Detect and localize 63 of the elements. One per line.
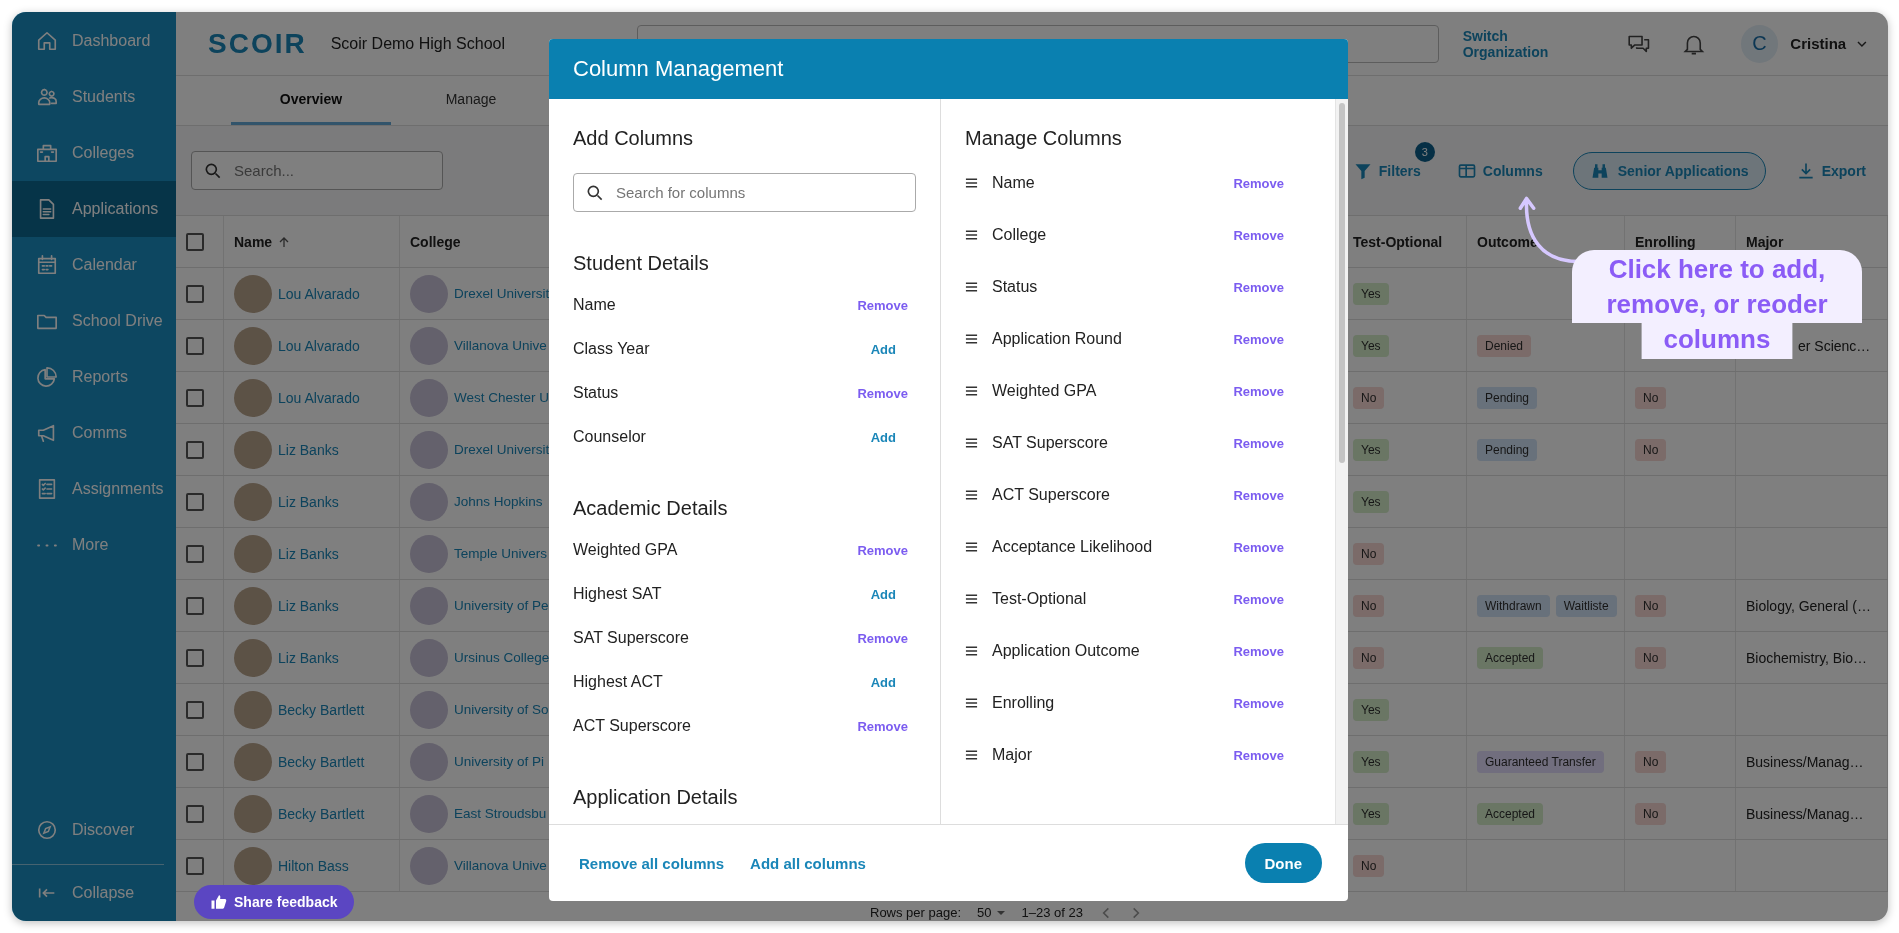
logo: SCOIR bbox=[208, 27, 307, 60]
enrolling-tag: No bbox=[1635, 750, 1667, 773]
column-name: Acceptance Likelihood bbox=[992, 538, 1154, 556]
column-name: Counselor bbox=[573, 428, 646, 446]
column-name: Application Round bbox=[992, 330, 1123, 348]
column-name: Application Outcome bbox=[992, 642, 1141, 660]
column-name: SAT Superscore bbox=[992, 434, 1109, 452]
test-optional-tag: No bbox=[1353, 646, 1385, 669]
test-optional-tag: No bbox=[1353, 386, 1385, 409]
group-heading: Academic Details bbox=[573, 497, 729, 520]
column-name: Class Year bbox=[573, 340, 650, 358]
column-name: Weighted GPA bbox=[992, 382, 1098, 400]
rows-per-page-label: Rows per page: bbox=[870, 905, 962, 920]
column-name: ACT Superscore bbox=[573, 717, 691, 735]
column-name: Name bbox=[992, 174, 1036, 192]
enrolling-tag: No bbox=[1635, 594, 1667, 617]
test-optional-tag: Yes bbox=[1353, 802, 1389, 825]
test-optional-tag: Yes bbox=[1353, 750, 1389, 773]
column-name: Name bbox=[573, 296, 616, 314]
column-name: Enrolling bbox=[992, 694, 1056, 712]
column-name: Highest ACT bbox=[573, 673, 663, 691]
major-text: Biology, General (… bbox=[1746, 597, 1871, 614]
outcome-tag: Withdrawn bbox=[1477, 594, 1550, 617]
outcome-tag: Pending bbox=[1477, 438, 1538, 461]
section-heading: Manage Columns bbox=[965, 127, 1123, 151]
filter-count-badge: 3 bbox=[1414, 141, 1435, 162]
column-name: Highest SAT bbox=[573, 585, 662, 603]
column-name: ACT Superscore bbox=[992, 486, 1111, 504]
column-name: Status bbox=[992, 278, 1039, 296]
enrolling-tag: No bbox=[1635, 646, 1667, 669]
column-name: Status bbox=[573, 384, 619, 402]
test-optional-tag: Yes bbox=[1353, 438, 1389, 461]
section-heading: Add Columns bbox=[573, 127, 695, 151]
test-optional-tag: Yes bbox=[1353, 334, 1389, 357]
enrolling-tag: No bbox=[1635, 438, 1667, 461]
enrolling-tag: No bbox=[1635, 802, 1667, 825]
outcome-tag: Accepted bbox=[1477, 646, 1544, 669]
enrolling-tag: No bbox=[1635, 386, 1667, 409]
page-range: 1–23 of 23 bbox=[1021, 905, 1083, 920]
outcome-tag: Waitliste bbox=[1555, 594, 1617, 617]
column-name: Major bbox=[992, 746, 1033, 764]
column-name: SAT Superscore bbox=[573, 629, 689, 647]
group-heading: Application Details bbox=[573, 786, 739, 809]
test-optional-tag: Yes bbox=[1353, 698, 1389, 721]
major-text: er Scienc… bbox=[1798, 337, 1871, 354]
column-name: College bbox=[992, 226, 1048, 244]
major-text: Business/Manag… bbox=[1746, 753, 1864, 770]
test-optional-tag: No bbox=[1353, 594, 1385, 617]
test-optional-tag: No bbox=[1353, 542, 1385, 565]
column-name: Weighted GPA bbox=[573, 541, 678, 559]
test-optional-tag: Yes bbox=[1353, 282, 1389, 305]
test-optional-tag: No bbox=[1353, 854, 1385, 877]
school-name: Scoir Demo High School bbox=[330, 34, 506, 53]
major-text: Biochemistry, Bio… bbox=[1746, 649, 1868, 666]
dialog-title: Column Management bbox=[549, 39, 1348, 99]
outcome-tag: Accepted bbox=[1477, 802, 1544, 825]
column-name: Test-Optional bbox=[992, 590, 1088, 608]
group-heading: Student Details bbox=[573, 252, 710, 275]
outcome-tag: Denied bbox=[1477, 334, 1532, 357]
major-text: Business/Manag… bbox=[1746, 805, 1864, 822]
outcome-tag: Pending bbox=[1477, 386, 1538, 409]
outcome-tag: Guaranteed Transfer bbox=[1477, 750, 1604, 773]
test-optional-tag: Yes bbox=[1353, 490, 1389, 513]
